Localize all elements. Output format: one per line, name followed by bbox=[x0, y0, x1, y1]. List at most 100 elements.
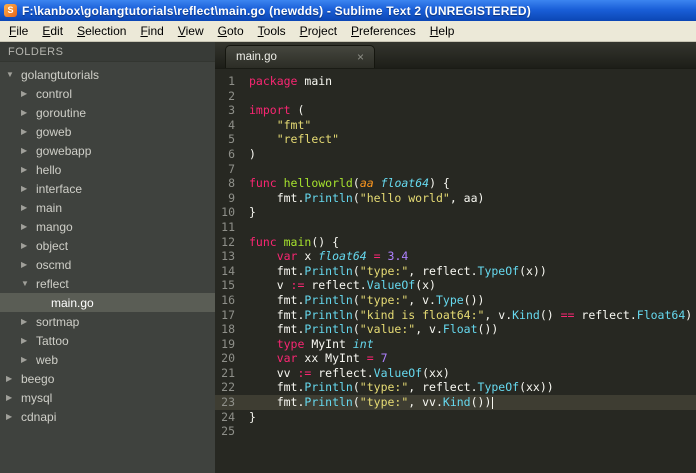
menu-selection[interactable]: Selection bbox=[70, 22, 133, 40]
line-number: 15 bbox=[221, 278, 235, 293]
code-line-4[interactable]: 4 "fmt" bbox=[215, 118, 696, 133]
code-line-16[interactable]: 16 fmt.Println("type:", v.Type()) bbox=[215, 293, 696, 308]
chevron-right-icon[interactable]: ▶ bbox=[6, 393, 21, 402]
folder-golangtutorials[interactable]: ▼ golangtutorials bbox=[0, 65, 215, 84]
chevron-right-icon[interactable]: ▶ bbox=[21, 184, 36, 193]
folder-mysql[interactable]: ▶ mysql bbox=[0, 388, 215, 407]
folder-web[interactable]: ▶ web bbox=[0, 350, 215, 369]
folder-main[interactable]: ▶ main bbox=[0, 198, 215, 217]
line-number: 24 bbox=[221, 409, 235, 424]
line-number: 6 bbox=[228, 146, 235, 161]
code-line-14[interactable]: 14 fmt.Println("type:", reflect.TypeOf(x… bbox=[215, 264, 696, 279]
folder-gowebapp[interactable]: ▶ gowebapp bbox=[0, 141, 215, 160]
chevron-right-icon[interactable]: ▶ bbox=[6, 412, 21, 421]
code-line-8[interactable]: 8 func helloworld(aa float64) { bbox=[215, 176, 696, 191]
code-line-15[interactable]: 15 v := reflect.ValueOf(x) bbox=[215, 278, 696, 293]
chevron-right-icon[interactable]: ▶ bbox=[21, 336, 36, 345]
folder-oscmd[interactable]: ▶ oscmd bbox=[0, 255, 215, 274]
code-line-19[interactable]: 19 type MyInt int bbox=[215, 337, 696, 352]
menu-preferences[interactable]: Preferences bbox=[344, 22, 423, 40]
tab-main-go[interactable]: main.go × bbox=[225, 45, 375, 68]
menu-tools[interactable]: Tools bbox=[251, 22, 293, 40]
folder-goroutine[interactable]: ▶ goroutine bbox=[0, 103, 215, 122]
code-text: var xx MyInt = 7 bbox=[276, 351, 388, 366]
code-line-24[interactable]: 24} bbox=[215, 410, 696, 425]
line-number: 11 bbox=[221, 219, 235, 234]
folder-mango[interactable]: ▶ mango bbox=[0, 217, 215, 236]
chevron-right-icon[interactable]: ▶ bbox=[21, 260, 36, 269]
code-text: fmt.Println("type:", reflect.TypeOf(x)) bbox=[249, 263, 547, 278]
code-text: } bbox=[249, 205, 256, 220]
code-line-12[interactable]: 12 func main() { bbox=[215, 235, 696, 250]
folder-tattoo[interactable]: ▶ Tattoo bbox=[0, 331, 215, 350]
menu-project[interactable]: Project bbox=[293, 22, 344, 40]
folder-object[interactable]: ▶ object bbox=[0, 236, 215, 255]
title-bar[interactable]: S F:\kanbox\golangtutorials\reflect\main… bbox=[0, 0, 696, 21]
line-number: 20 bbox=[221, 351, 235, 366]
line-number: 5 bbox=[228, 132, 235, 147]
code-line-3[interactable]: 3 import ( bbox=[215, 103, 696, 118]
menu-goto[interactable]: Goto bbox=[211, 22, 251, 40]
menu-view[interactable]: View bbox=[171, 22, 211, 40]
chevron-right-icon[interactable]: ▶ bbox=[21, 127, 36, 136]
tree-item-label: reflect bbox=[36, 276, 69, 291]
chevron-right-icon[interactable]: ▶ bbox=[21, 355, 36, 364]
tree-item-label: mysql bbox=[21, 390, 53, 405]
code-line-18[interactable]: 18 fmt.Println("value:", v.Float()) bbox=[215, 322, 696, 337]
folder-control[interactable]: ▶ control bbox=[0, 84, 215, 103]
menu-help[interactable]: Help bbox=[423, 22, 462, 40]
tree-item-label: main.go bbox=[51, 295, 94, 310]
line-number: 9 bbox=[228, 190, 235, 205]
code-line-7[interactable]: 7 bbox=[215, 162, 696, 177]
folder-goweb[interactable]: ▶ goweb bbox=[0, 122, 215, 141]
chevron-right-icon[interactable]: ▶ bbox=[21, 203, 36, 212]
folder-cdnapi[interactable]: ▶ cdnapi bbox=[0, 407, 215, 426]
code-line-20[interactable]: 20 var xx MyInt = 7 bbox=[215, 351, 696, 366]
line-number: 2 bbox=[228, 88, 235, 103]
code-line-5[interactable]: 5 "reflect" bbox=[215, 132, 696, 147]
code-line-11[interactable]: 11 bbox=[215, 220, 696, 235]
folder-sortmap[interactable]: ▶ sortmap bbox=[0, 312, 215, 331]
code-line-2[interactable]: 2 bbox=[215, 89, 696, 104]
editor: main.go × 1 package main 2 3 import (4 "fmt"… bbox=[215, 42, 696, 473]
chevron-right-icon[interactable]: ▶ bbox=[21, 146, 36, 155]
line-number: 4 bbox=[228, 117, 235, 132]
code-line-6[interactable]: 6) bbox=[215, 147, 696, 162]
chevron-right-icon[interactable]: ▶ bbox=[21, 108, 36, 117]
line-number: 25 bbox=[221, 424, 235, 439]
chevron-right-icon[interactable]: ▶ bbox=[21, 89, 36, 98]
code-line-25[interactable]: 25 bbox=[215, 424, 696, 439]
code-area[interactable]: 1 package main 2 3 import (4 "fmt" 5 "reflect… bbox=[215, 69, 696, 473]
menu-find[interactable]: Find bbox=[133, 22, 170, 40]
chevron-right-icon[interactable]: ▶ bbox=[21, 222, 36, 231]
code-text: "reflect" bbox=[276, 132, 340, 147]
code-line-17[interactable]: 17 fmt.Println("kind is float64:", v.Kin… bbox=[215, 308, 696, 323]
folder-interface[interactable]: ▶ interface bbox=[0, 179, 215, 198]
main-content: FOLDERS ▼ golangtutorials ▶ control ▶ gorouti… bbox=[0, 42, 696, 473]
code-line-9[interactable]: 9 fmt.Println("hello world", aa) bbox=[215, 191, 696, 206]
line-number: 23 bbox=[221, 395, 235, 410]
code-line-23[interactable]: 23 fmt.Println("type:", vv.Kind()) bbox=[215, 395, 696, 410]
file-main.go[interactable]: main.go bbox=[0, 293, 215, 312]
tree-item-label: interface bbox=[36, 181, 83, 196]
code-line-22[interactable]: 22 fmt.Println("type:", reflect.TypeOf(x… bbox=[215, 380, 696, 395]
line-number: 12 bbox=[221, 234, 235, 249]
code-line-13[interactable]: 13 var x float64 = 3.4 bbox=[215, 249, 696, 264]
close-icon[interactable]: × bbox=[357, 50, 364, 64]
chevron-right-icon[interactable]: ▶ bbox=[21, 317, 36, 326]
chevron-right-icon[interactable]: ▶ bbox=[6, 374, 21, 383]
menu-file[interactable]: File bbox=[2, 22, 35, 40]
chevron-right-icon[interactable]: ▶ bbox=[21, 165, 36, 174]
folder-beego[interactable]: ▶ beego bbox=[0, 369, 215, 388]
chevron-right-icon[interactable]: ▶ bbox=[21, 241, 36, 250]
code-line-10[interactable]: 10} bbox=[215, 205, 696, 220]
code-line-21[interactable]: 21 vv := reflect.ValueOf(xx) bbox=[215, 366, 696, 381]
folder-hello[interactable]: ▶ hello bbox=[0, 160, 215, 179]
chevron-down-icon[interactable]: ▼ bbox=[21, 279, 36, 288]
folder-reflect[interactable]: ▼ reflect bbox=[0, 274, 215, 293]
sublime-app-icon: S bbox=[4, 4, 17, 17]
code-line-1[interactable]: 1 package main bbox=[215, 74, 696, 89]
tree-item-label: web bbox=[36, 352, 59, 367]
chevron-down-icon[interactable]: ▼ bbox=[6, 70, 21, 79]
menu-edit[interactable]: Edit bbox=[35, 22, 70, 40]
